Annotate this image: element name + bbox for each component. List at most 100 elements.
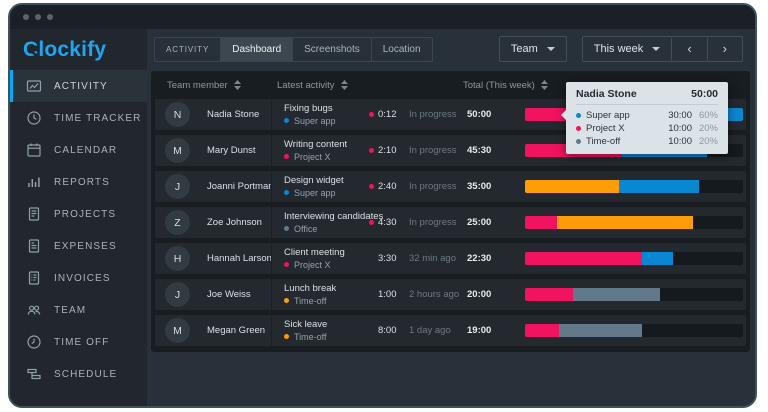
chevron-right-icon: › [722,41,727,56]
tooltip-row: Super app 30:00 60% [576,109,718,122]
team-member-row[interactable]: H Hannah Larson Client meeting Project X 3:3… [155,243,746,274]
tooltip-project-time: 10:00 [668,136,692,147]
member-name: Joe Weiss [207,289,251,300]
activity-title: Lunch break [284,282,337,294]
sidebar-item-time-tracker[interactable]: TIME TRACKER [10,102,147,134]
tab-dashboard[interactable]: Dashboard [221,37,294,61]
team-member-row[interactable]: J Joe Weiss Lunch break Time-off 1:00 2 hours… [155,279,746,310]
bar-segment [525,180,619,193]
duration-cell: 1:00 [369,289,409,300]
tooltip-row: Project X 10:00 20% [576,122,718,135]
project-color-dot [284,262,289,267]
bar-chart-icon [28,177,40,187]
sidebar-item-calendar[interactable]: CALENDAR [10,134,147,166]
time-distribution-bar[interactable] [525,324,743,337]
duration-cell: 8:00 [369,325,409,336]
time-bar-cell [515,324,746,337]
bar-segment [558,324,642,337]
avatar: N [165,102,190,127]
status-text: In progress [409,217,457,228]
tooltip-project-pct: 20% [698,123,718,134]
project-label: Time-off [294,331,327,342]
tooltip-total-time: 50:00 [691,88,718,100]
header-latest-activity[interactable]: Latest activity [277,80,463,91]
total-time: 25:00 [467,217,492,228]
sidebar-item-label: CALENDAR [54,144,118,156]
chevron-down-icon [546,47,555,51]
project-label: Project X [294,259,331,270]
duration-value: 8:00 [378,325,397,336]
project-label: Time-off [294,295,327,306]
tooltip-project-label: Time-off [586,136,621,147]
bar-segment [525,216,557,229]
sidebar-item-time-off[interactable]: TIME OFF [10,326,147,358]
sidebar-item-projects[interactable]: PROJECTS [10,198,147,230]
total-time: 22:30 [467,253,492,264]
total-time: 45:30 [467,145,492,156]
avatar: J [165,174,190,199]
time-bar-cell [515,252,746,265]
window-titlebar [10,5,755,29]
chevron-down-icon [652,47,661,51]
duration-cell: 3:30 [369,253,409,264]
timeline-icon [27,368,41,380]
sidebar-nav: ACTIVITY TIME TRACKER CALENDAR REPORTS P… [10,70,147,390]
sidebar-item-invoices[interactable]: INVOICES [10,262,147,294]
activity-title: Interviewing candidates [284,210,384,222]
bar-segment [618,180,700,193]
status-text: 2 hours ago [409,289,460,300]
avatar: Z [165,210,190,235]
sidebar-item-label: TIME OFF [54,336,110,348]
app-window: Clockify ACTIVITY TIME TRACKER CALENDAR [8,3,757,408]
activity-chart-icon [26,80,42,92]
status-text: 1 day ago [409,325,451,336]
time-distribution-bar[interactable] [525,180,743,193]
period-dropdown[interactable]: This week [583,37,672,61]
header-team-member[interactable]: Team member [167,80,277,91]
time-distribution-bar[interactable] [525,252,743,265]
recording-dot [369,220,374,225]
project-color-dot [284,118,289,123]
team-member-row[interactable]: J Joanni Portman Design widget Super app 2:4… [155,171,746,202]
tooltip-project-label: Super app [586,110,630,121]
time-bar-cell [515,180,746,193]
project-color-dot [284,298,289,303]
header-label: Team member [167,79,228,91]
prev-period-button[interactable]: ‹ [671,37,706,61]
tab-group: ACTIVITY Dashboard Screenshots Location [154,36,433,62]
next-period-button[interactable]: › [706,37,742,61]
sidebar-item-team[interactable]: TEAM [10,294,147,326]
avatar: J [165,282,190,307]
bar-segment [572,288,661,301]
tab-screenshots[interactable]: Screenshots [293,37,372,61]
tab-location[interactable]: Location [372,38,432,61]
sidebar-item-schedule[interactable]: SCHEDULE [10,358,147,390]
time-distribution-bar[interactable] [525,288,743,301]
tab-activity[interactable]: ACTIVITY [155,37,222,61]
recording-dot [369,112,374,117]
time-distribution-bar[interactable] [525,216,743,229]
duration-cell: 2:40 [369,181,409,192]
duration-value: 2:40 [378,181,397,192]
team-member-row[interactable]: M Megan Green Sick leave Time-off 8:00 1 day … [155,315,746,346]
toolbar-controls: Team This week ‹ › [498,36,743,62]
latest-activity-cell: Sick leave Time-off [271,315,369,346]
latest-activity-cell: Lunch break Time-off [271,279,369,310]
sidebar-item-activity[interactable]: ACTIVITY [10,70,147,102]
sidebar-item-expenses[interactable]: EXPENSES [10,230,147,262]
sidebar-item-label: TIME TRACKER [54,112,142,124]
tooltip-header: Nadia Stone 50:00 [576,88,718,105]
project-color-dot [284,190,289,195]
people-icon [27,305,41,315]
window-dot [35,14,41,20]
clock-off-icon [27,335,41,349]
team-dropdown[interactable]: Team [498,36,567,62]
sidebar-item-label: PROJECTS [54,208,117,220]
window-dot [47,14,53,20]
tooltip-project-dot [576,113,581,118]
tooltip-project-dot [576,126,581,131]
sidebar-item-reports[interactable]: REPORTS [10,166,147,198]
team-member-row[interactable]: Z Zoe Johnson Interviewing candidates Offic… [155,207,746,238]
latest-activity-cell: Writing content Project X [271,135,369,166]
member-name: Nadia Stone [207,109,260,120]
